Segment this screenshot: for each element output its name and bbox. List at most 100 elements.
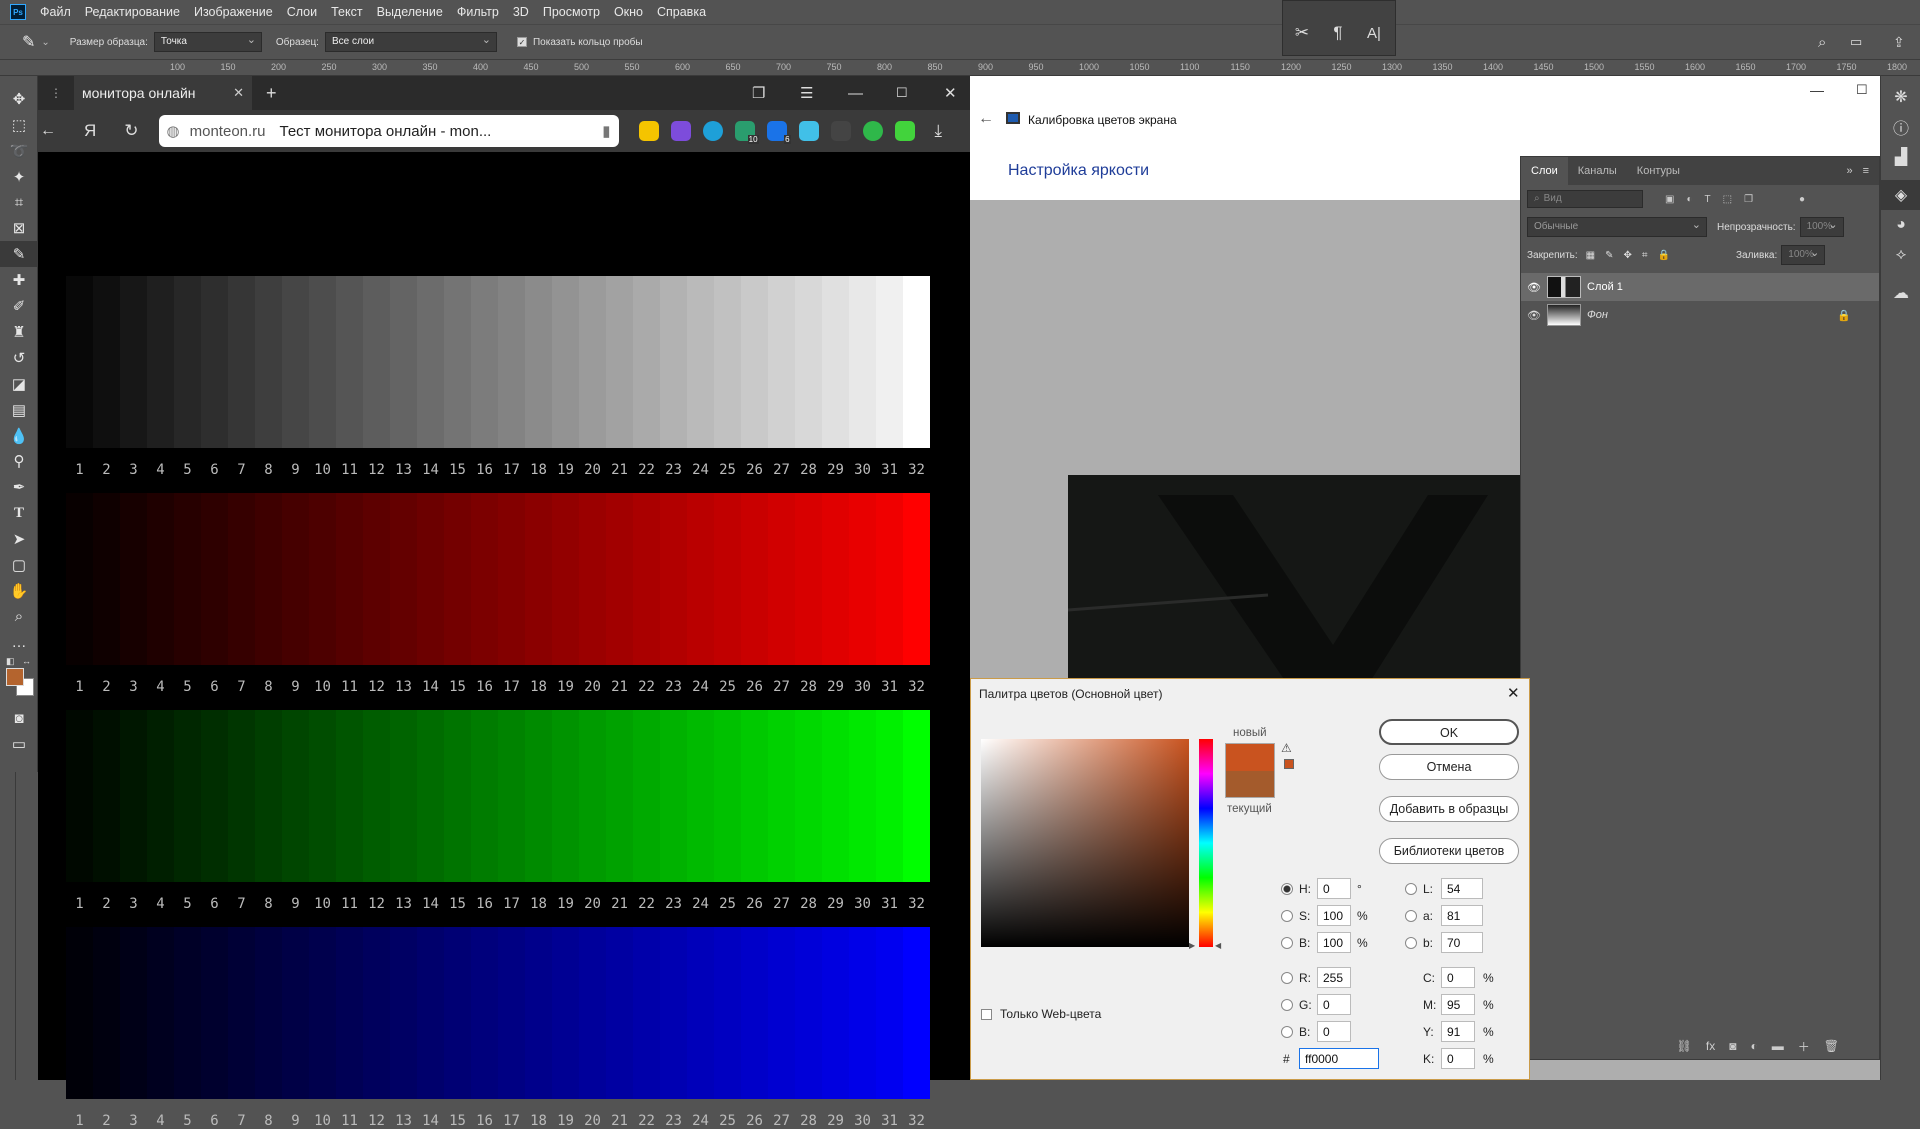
radio-r[interactable] — [1281, 971, 1293, 984]
character-icon[interactable]: A| — [1357, 15, 1391, 51]
menu-item[interactable]: Справка — [657, 5, 706, 19]
color-swatches[interactable]: ◧ ↔ — [0, 656, 37, 706]
crop-tool-icon[interactable]: ⌗ — [0, 190, 38, 216]
k-field[interactable]: 0 — [1441, 1048, 1475, 1069]
eraser-tool-icon[interactable]: ◪ — [0, 371, 38, 397]
lasso-tool-icon[interactable]: ➰ — [0, 138, 38, 164]
browser-tab[interactable]: монитора онлайн ✕ — [74, 76, 252, 110]
paragraph-icon[interactable]: ¶ — [1321, 15, 1355, 51]
close-window-icon[interactable]: ✕ — [944, 84, 957, 102]
extension-feather-icon[interactable] — [670, 121, 691, 141]
yandex-button[interactable]: Я — [84, 121, 96, 141]
maximize-icon[interactable]: ☐ — [896, 85, 908, 101]
lab-b-field[interactable]: 70 — [1441, 932, 1483, 953]
workspace-icon[interactable]: ▭ — [1850, 34, 1862, 50]
rgb-b-field[interactable]: 0 — [1317, 1021, 1351, 1042]
new-layer-icon[interactable]: ＋ — [1798, 1038, 1810, 1055]
extension-green-circle-icon[interactable] — [862, 121, 883, 141]
close-dialog-icon[interactable]: ✕ — [1507, 684, 1520, 702]
site-info-icon[interactable]: ◍ — [167, 122, 180, 140]
panel-menu-icon[interactable]: ≡ — [1863, 165, 1869, 177]
close-tab-icon[interactable]: ✕ — [233, 85, 244, 101]
add-to-swatches-button[interactable]: Добавить в образцы — [1379, 796, 1519, 822]
menu-item[interactable]: 3D — [513, 5, 529, 19]
gamut-warning-icon[interactable]: ⚠ — [1281, 741, 1292, 755]
histogram-icon[interactable]: ▟ — [1881, 142, 1920, 172]
blend-mode-select[interactable]: Обычные — [1527, 217, 1707, 237]
current-color-swatch[interactable] — [1225, 771, 1275, 798]
tools-icon[interactable]: ✂ — [1285, 15, 1319, 51]
color-wheel-icon[interactable]: ◕ — [1881, 210, 1920, 240]
layer-row[interactable]: 👁 Фон 🔒 — [1521, 301, 1879, 329]
share-icon[interactable]: ⇪ — [1893, 34, 1905, 51]
back-icon[interactable]: ← — [978, 110, 994, 128]
filter-adjustment-icon[interactable]: ◐ — [1686, 194, 1692, 205]
marquee-tool-icon[interactable]: ⬚ — [0, 112, 38, 138]
blur-tool-icon[interactable]: 💧 — [0, 423, 38, 449]
color-libraries-button[interactable]: Библиотеки цветов — [1379, 838, 1519, 864]
h-field[interactable]: 0 — [1317, 878, 1351, 899]
hue-slider-left-arrow-icon[interactable]: ▶ — [1189, 941, 1195, 950]
path-selection-tool-icon[interactable]: ➤ — [0, 526, 38, 552]
eyedropper-icon[interactable]: ✎ — [22, 32, 35, 52]
lock-position-icon[interactable]: ✥ — [1624, 250, 1632, 261]
dodge-tool-icon[interactable]: ⚲ — [0, 448, 38, 474]
eyedropper-tool-icon[interactable]: ✎ — [0, 241, 38, 268]
menu-item[interactable]: Окно — [614, 5, 643, 19]
stamp-tool-icon[interactable]: ♜ — [0, 319, 38, 345]
tool-preset-chevron-icon[interactable]: ⌄ — [41, 37, 49, 48]
radio-lab-b[interactable] — [1405, 936, 1417, 949]
search-icon[interactable]: ⌕ — [1818, 34, 1826, 51]
radio-b[interactable] — [1281, 936, 1293, 949]
layer-search-input[interactable]: ⌕ Вид — [1527, 190, 1643, 208]
radio-a[interactable] — [1405, 909, 1417, 922]
new-tab-icon[interactable]: + — [266, 83, 277, 104]
visibility-eye-icon[interactable]: 👁 — [1521, 309, 1547, 322]
hex-field[interactable]: ff0000 — [1299, 1048, 1379, 1069]
history-brush-tool-icon[interactable]: ↺ — [0, 345, 38, 371]
fx-icon[interactable]: fx — [1706, 1039, 1715, 1053]
pen-tool-icon[interactable]: ✒ — [0, 474, 38, 500]
group-icon[interactable]: ▬ — [1772, 1039, 1784, 1053]
sample-size-select[interactable]: Точка — [153, 32, 262, 52]
menu-item[interactable]: Редактирование — [85, 5, 180, 19]
info-icon[interactable]: ⓘ — [1881, 112, 1920, 142]
default-colors-icon[interactable]: ◧ — [6, 656, 15, 667]
collapse-icon[interactable]: » — [1846, 165, 1852, 177]
radio-rgb-b[interactable] — [1281, 1025, 1293, 1038]
mask-icon[interactable]: ◙ — [1729, 1039, 1736, 1053]
l-field[interactable]: 54 — [1441, 878, 1483, 899]
frame-tool-icon[interactable]: ⊠ — [0, 215, 38, 241]
screen-mode-icon[interactable]: ▭ — [0, 731, 38, 757]
fill-input[interactable]: 100% — [1781, 245, 1826, 265]
extension-bird-icon[interactable] — [798, 121, 819, 141]
extension-green-square-icon[interactable] — [894, 121, 915, 141]
lock-all-icon[interactable]: 🔒 — [1658, 250, 1670, 261]
downloads-icon[interactable]: ⤓ — [935, 121, 943, 141]
menu-icon[interactable]: ☰ — [800, 84, 813, 102]
extension-i-icon[interactable] — [638, 121, 659, 141]
menu-item[interactable]: Выделение — [377, 5, 443, 19]
menu-item[interactable]: Слои — [287, 5, 317, 19]
radio-s[interactable] — [1281, 909, 1293, 922]
creative-cloud-icon[interactable]: ☁ — [1881, 278, 1920, 308]
lock-image-icon[interactable]: ✎ — [1605, 250, 1613, 261]
layer-row[interactable]: 👁 Слой 1 — [1521, 273, 1879, 301]
trash-icon[interactable]: 🗑 — [1824, 1039, 1839, 1053]
extension-badge-6-icon[interactable]: 6 — [766, 121, 791, 144]
menu-item[interactable]: Просмотр — [543, 5, 600, 19]
lock-artboard-icon[interactable]: ⌗ — [1642, 250, 1648, 261]
filter-toggle-icon[interactable]: ● — [1799, 194, 1805, 205]
lock-transparent-icon[interactable]: ▦ — [1586, 250, 1595, 261]
b-field[interactable]: 100 — [1317, 932, 1351, 953]
filter-smart-icon[interactable]: ❐ — [1744, 194, 1753, 205]
link-layers-icon[interactable]: ⛓ — [1677, 1039, 1692, 1053]
visibility-eye-icon[interactable]: 👁 — [1521, 281, 1547, 294]
magic-wand-tool-icon[interactable]: ✦ — [0, 164, 38, 190]
foreground-color-swatch[interactable] — [6, 667, 24, 686]
paths-icon[interactable]: ⟡ — [1881, 240, 1920, 270]
menu-item[interactable]: Файл — [40, 5, 71, 19]
quick-mask-icon[interactable]: ◙ — [0, 706, 38, 732]
extension-badge-10-icon[interactable]: 10 — [734, 121, 759, 144]
tab-paths[interactable]: Контуры — [1627, 165, 1690, 177]
